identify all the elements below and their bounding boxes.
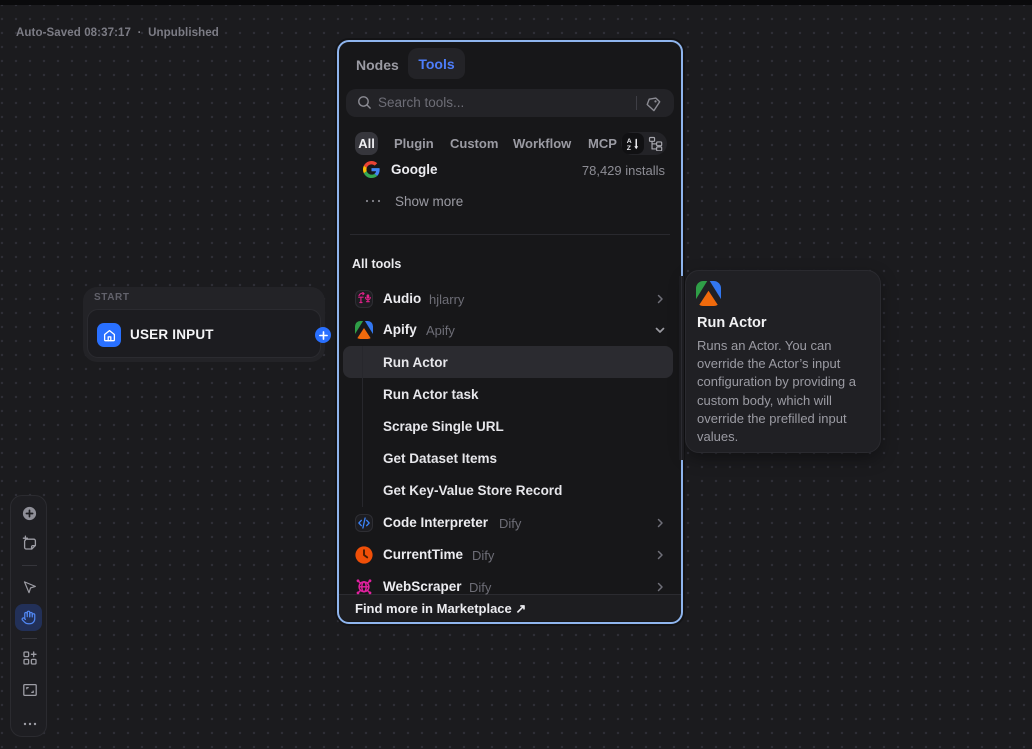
svg-text:Z: Z [627, 145, 631, 151]
svg-text:A: A [627, 138, 632, 145]
